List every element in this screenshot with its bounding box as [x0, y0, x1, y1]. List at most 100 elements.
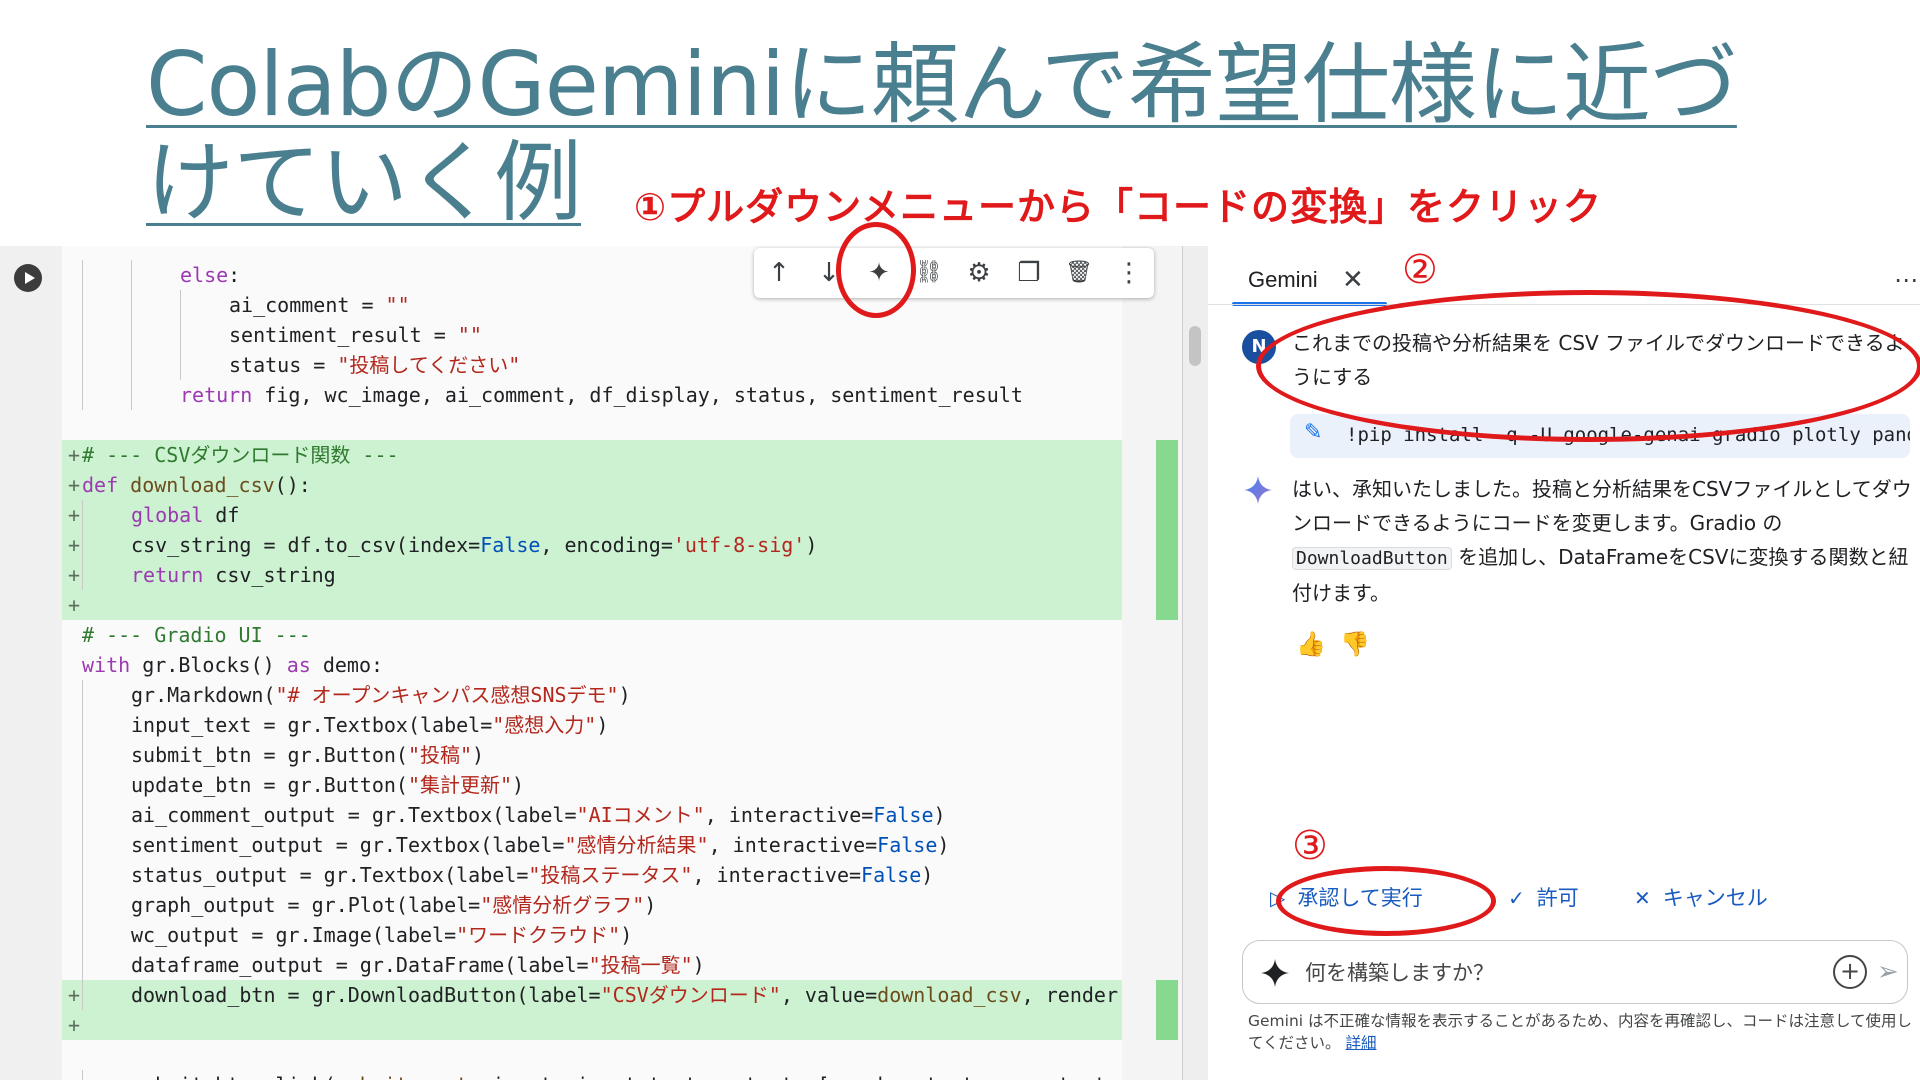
move-up-icon[interactable]: ↑ [762, 256, 796, 290]
added-code-line: + return csv_string [62, 560, 1132, 590]
pane-divider[interactable] [1182, 246, 1208, 1080]
code-line: graph_output = gr.Plot(label="感情分析グラフ") [62, 890, 1132, 920]
code-line: wc_output = gr.Image(label="ワードクラウド") [62, 920, 1132, 950]
thumbs-up-icon[interactable]: 👍 [1296, 630, 1326, 658]
code-right-margin [1122, 246, 1182, 1080]
code-text: return fig, wc_image, ai_comment, df_dis… [180, 383, 1023, 407]
code-text: sentiment_output = gr.Textbox(label="感情分… [131, 833, 950, 857]
code-text: download_btn = gr.DownloadButton(label="… [131, 983, 1118, 1007]
code-line: status_output = gr.Textbox(label="投稿ステータ… [62, 860, 1132, 890]
code-text: sentiment_result = "" [229, 323, 482, 347]
added-code-line: + global df [62, 500, 1132, 530]
diff-plus-marker: + [68, 533, 81, 557]
more-vert-icon[interactable]: ⋮ [1112, 256, 1146, 290]
details-link[interactable]: 詳細 [1345, 1034, 1376, 1052]
code-line: status = "投稿してください" [62, 350, 1132, 380]
diff-plus-marker: + [68, 983, 81, 1007]
trash-icon[interactable]: 🗑 [1062, 256, 1096, 290]
annotation-ring-prompt [1256, 290, 1920, 442]
code-text: update_btn = gr.Button("集計更新") [131, 773, 525, 797]
more-horiz-icon[interactable]: ⋯ [1894, 260, 1918, 300]
code-text: def download_csv(): [82, 473, 311, 497]
code-text: status_output = gr.Textbox(label="投稿ステータ… [131, 863, 934, 887]
thumbs-down-icon[interactable]: 👎 [1340, 630, 1370, 658]
added-code-line: + [62, 1010, 1132, 1040]
indent-guide [131, 380, 132, 410]
code-line: dataframe_output = gr.DataFrame(label="投… [62, 950, 1132, 980]
cell-toolbar: ↑ ↓ ✦ ⛓ ⚙ ❐ 🗑 ⋮ [754, 248, 1154, 298]
indent-guide [131, 290, 132, 320]
indent-guide [180, 320, 181, 350]
allow-button[interactable]: ✓ 許可 [1508, 878, 1579, 918]
indent-guide [82, 770, 83, 800]
link-icon[interactable]: ⛓ [912, 256, 946, 290]
code-text: else: [180, 263, 241, 287]
gemini-response-text: はい、承知いたしました。投稿と分析結果をCSVファイルとしてダウンロードできるよ… [1292, 472, 1912, 610]
code-text: # --- CSVダウンロード関数 --- [82, 443, 399, 467]
indent-guide [82, 830, 83, 860]
indent-guide [82, 320, 83, 350]
indent-guide [131, 260, 132, 290]
scrollbar-thumb[interactable] [1189, 326, 1201, 366]
send-icon[interactable]: ➢ [1877, 955, 1899, 989]
code-text: return csv_string [131, 563, 336, 587]
code-text: # --- Gradio UI --- [82, 623, 311, 647]
prompt-input[interactable] [1305, 955, 1785, 991]
indent-guide [82, 500, 83, 530]
code-line: submit_btn = gr.Button("投稿") [62, 740, 1132, 770]
step3-annotation: ③ [1292, 823, 1328, 869]
indent-guide [131, 350, 132, 380]
diff-gutter-marker [1156, 980, 1178, 1040]
sparkle-icon [1261, 959, 1289, 987]
annotation-ring-sparkle [836, 222, 916, 318]
code-line: return fig, wc_image, ai_comment, df_dis… [62, 380, 1132, 410]
code-text: dataframe_output = gr.DataFrame(label="投… [131, 953, 705, 977]
added-code-line: + # --- CSVダウンロード関数 --- [62, 440, 1132, 470]
added-code-line: + def download_csv(): [62, 470, 1132, 500]
indent-guide [82, 680, 83, 710]
code-line: sentiment_output = gr.Textbox(label="感情分… [62, 830, 1132, 860]
code-editor[interactable]: else: ai_comment = "" sentiment_result = "… [62, 246, 1182, 1080]
cancel-label: キャンセル [1662, 886, 1768, 910]
annotation-ring-approve [1276, 866, 1496, 936]
indent-guide [82, 920, 83, 950]
indent-guide [82, 380, 83, 410]
mirror-cell-icon[interactable]: ❐ [1012, 256, 1046, 290]
diff-plus-marker: + [68, 593, 81, 617]
code-line: with gr.Blocks() as demo: [62, 650, 1132, 680]
indent-guide [82, 260, 83, 290]
indent-guide [180, 290, 181, 320]
code-text: submit_btn = gr.Button("投稿") [131, 743, 485, 767]
indent-guide [82, 710, 83, 740]
diff-gutter-marker [1156, 440, 1178, 620]
inline-code: DownloadButton [1292, 547, 1452, 570]
indent-guide [82, 290, 83, 320]
step1-annotation: ①プルダウンメニューから「コードの変換」をクリック [634, 185, 1603, 229]
diff-plus-marker: + [68, 443, 81, 467]
step2-annotation: ② [1402, 247, 1438, 293]
tab-gemini[interactable]: Gemini [1248, 260, 1318, 300]
response-text-1: はい、承知いたしました。投稿と分析結果をCSVファイルとしてダウンロードできるよ… [1292, 477, 1912, 535]
indent-guide [82, 1070, 83, 1080]
added-code-line: + download_btn = gr.DownloadButton(label=… [62, 980, 1132, 1010]
code-text: csv_string = df.to_csv(index=False, enco… [131, 533, 818, 557]
close-icon[interactable]: ✕ [1342, 260, 1364, 300]
code-text: ai_comment = "" [229, 293, 410, 317]
diff-plus-marker: + [68, 563, 81, 587]
prompt-box: + ➢ [1242, 940, 1908, 1004]
diff-plus-marker: + [68, 503, 81, 527]
indent-guide [82, 740, 83, 770]
add-icon[interactable]: + [1833, 955, 1867, 989]
run-cell-button[interactable] [14, 264, 42, 292]
check-icon: ✓ [1508, 886, 1525, 910]
added-code-line: + csv_string = df.to_csv(index=False, enc… [62, 530, 1132, 560]
code-text: with gr.Blocks() as demo: [82, 653, 384, 677]
indent-guide [82, 980, 83, 1010]
cancel-button[interactable]: ✕ キャンセル [1634, 878, 1768, 918]
code-text: gr.Markdown("# オープンキャンパス感想SNSデモ") [131, 683, 631, 707]
gear-icon[interactable]: ⚙ [962, 256, 996, 290]
code-text: global df [131, 503, 240, 527]
code-line: input_text = gr.Textbox(label="感想入力") [62, 710, 1132, 740]
code-line: submit_btn.click(submit_post, inputs=inp… [62, 1070, 1132, 1080]
